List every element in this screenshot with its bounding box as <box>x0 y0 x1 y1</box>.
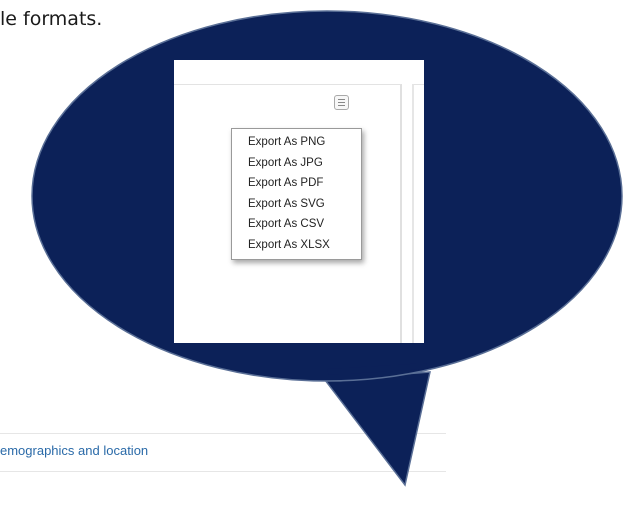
chart-preview-panel: Export As PNG Export As JPG Export As PD… <box>174 60 424 343</box>
export-svg-item[interactable]: Export As SVG <box>232 194 361 215</box>
export-menu: Export As PNG Export As JPG Export As PD… <box>231 128 362 260</box>
export-xlsx-item[interactable]: Export As XLSX <box>232 235 361 256</box>
adjacent-chart-card <box>412 84 424 343</box>
hamburger-menu-icon[interactable] <box>334 95 349 110</box>
export-csv-item[interactable]: Export As CSV <box>232 214 361 235</box>
export-jpg-item[interactable]: Export As JPG <box>232 153 361 174</box>
export-pdf-item[interactable]: Export As PDF <box>232 173 361 194</box>
export-png-item[interactable]: Export As PNG <box>232 132 361 153</box>
